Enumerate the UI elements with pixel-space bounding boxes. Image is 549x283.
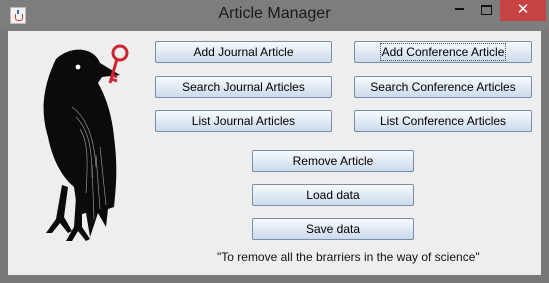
search-conference-articles-button[interactable]: Search Conference Articles <box>354 76 532 98</box>
load-data-button[interactable]: Load data <box>252 184 414 206</box>
minimize-button[interactable] <box>446 0 472 21</box>
search-journal-articles-label: Search Journal Articles <box>182 80 305 94</box>
list-conference-articles-button[interactable]: List Conference Articles <box>354 110 532 132</box>
load-data-label: Load data <box>306 188 360 202</box>
minimize-icon <box>454 8 464 11</box>
save-data-label: Save data <box>305 222 361 236</box>
add-journal-article-button[interactable]: Add Journal Article <box>155 41 332 63</box>
remove-article-button[interactable]: Remove Article <box>252 150 414 172</box>
search-conference-articles-label: Search Conference Articles <box>370 80 516 94</box>
maximize-button[interactable] <box>473 0 499 21</box>
list-conference-articles-label: List Conference Articles <box>379 114 507 128</box>
search-journal-articles-button[interactable]: Search Journal Articles <box>155 76 332 98</box>
app-window: Article Manager ✕ Add Journal Article Ad… <box>0 0 549 283</box>
crow-with-key-icon <box>43 44 129 241</box>
add-conference-article-button[interactable]: Add Conference Article <box>354 41 532 63</box>
maximize-icon <box>480 4 492 15</box>
title-bar[interactable]: Article Manager ✕ <box>0 0 549 31</box>
main-panel: Add Journal Article Add Conference Artic… <box>8 31 541 275</box>
add-conference-article-label: Add Conference Article <box>379 43 507 61</box>
save-data-button[interactable]: Save data <box>252 218 414 240</box>
close-button[interactable]: ✕ <box>500 0 546 21</box>
add-journal-article-label: Add Journal Article <box>193 45 294 59</box>
list-journal-articles-button[interactable]: List Journal Articles <box>155 110 332 132</box>
remove-article-label: Remove Article <box>292 154 374 168</box>
motto-text: "To remove all the brarriers in the way … <box>217 250 480 264</box>
list-journal-articles-label: List Journal Articles <box>191 114 296 128</box>
